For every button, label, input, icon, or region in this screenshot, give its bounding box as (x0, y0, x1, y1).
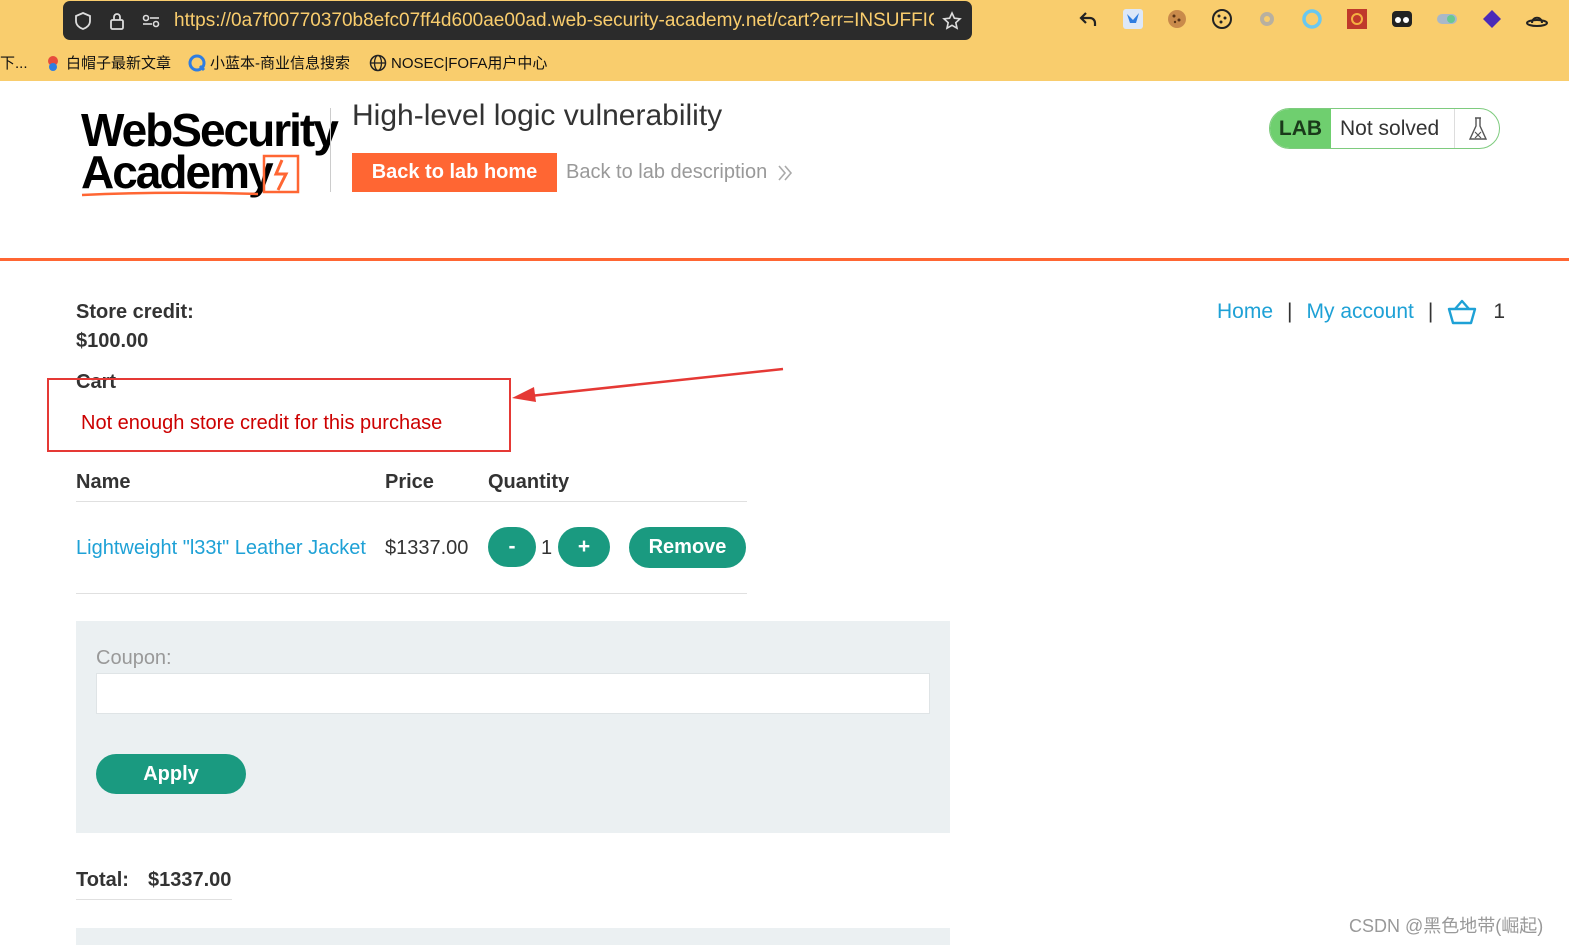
bookmark-favicon-icon (44, 54, 62, 72)
coupon-panel: Coupon: Apply (76, 621, 950, 833)
logo-line-2: Academy (81, 146, 274, 198)
site-permissions-icon[interactable] (141, 11, 161, 31)
extension-bird-icon[interactable] (1122, 8, 1144, 30)
extension-sun-icon[interactable] (1346, 8, 1368, 30)
total-label: Total: (76, 869, 129, 891)
cookie-icon[interactable] (1166, 8, 1188, 30)
lock-icon[interactable] (107, 11, 127, 31)
checkout-panel (76, 928, 950, 945)
bookmark-label: NOSEC|FOFA用户中心 (391, 55, 548, 72)
academy-logo[interactable]: WebSecurity Academy (80, 104, 339, 200)
shield-icon[interactable] (73, 11, 93, 31)
flask-icon (1454, 109, 1499, 148)
store-credit-label: Store credit: (76, 301, 194, 323)
lab-status-widget: LAB Not solved (1269, 108, 1500, 149)
table-header-rule (76, 501, 747, 502)
header-divider (330, 108, 331, 192)
nav-separator: | (1287, 300, 1293, 323)
lab-title: High-level logic vulnerability (352, 99, 723, 132)
browser-toolbar: https://0a7f00770370b8efc07ff4d600ae00ad… (0, 0, 1569, 81)
bookmark-label: 白帽子最新文章 (66, 55, 172, 72)
nav-home-link[interactable]: Home (1217, 300, 1273, 324)
column-header-name: Name (76, 471, 131, 493)
address-bar[interactable]: https://0a7f00770370b8efc07ff4d600ae00ad… (63, 1, 972, 40)
quantity-value: 1 (541, 537, 553, 559)
undo-icon[interactable] (1077, 8, 1099, 30)
lab-status-text: Not solved (1340, 117, 1440, 140)
url-text[interactable]: https://0a7f00770370b8efc07ff4d600ae00ad… (174, 10, 934, 32)
back-to-lab-description-link[interactable]: Back to lab description (566, 161, 793, 184)
bookmark-label: 小蓝本-商业信息搜索 (210, 55, 350, 72)
globe-icon (369, 54, 387, 72)
top-nav: Home | My account | 1 (1217, 299, 1505, 325)
extension-hat-icon[interactable] (1526, 8, 1548, 30)
cart-count: 1 (1493, 300, 1506, 323)
annotation-arrow-icon (512, 367, 784, 402)
bookmark-favicon-icon (188, 54, 206, 72)
nav-separator: | (1427, 300, 1434, 323)
coupon-label: Coupon: (96, 647, 172, 669)
back-to-lab-description-label: Back to lab description (566, 161, 768, 183)
cart-basket-icon (1448, 299, 1477, 325)
increase-quantity-button[interactable]: + (558, 527, 610, 567)
nav-my-account-link[interactable]: My account (1307, 300, 1414, 324)
total-value: $1337.00 (148, 869, 232, 891)
bookmark-label: 下... (0, 55, 28, 72)
column-header-quantity: Quantity (488, 471, 570, 493)
product-link[interactable]: Lightweight "l33t" Leather Jacket (76, 537, 366, 560)
column-header-price: Price (385, 471, 434, 493)
total-rule (76, 899, 232, 900)
bookmark-item[interactable]: 小蓝本-商业信息搜索 (188, 52, 350, 73)
header-rule (0, 258, 1569, 261)
store-credit-value: $100.00 (76, 330, 149, 352)
back-to-lab-home-button[interactable]: Back to lab home (352, 153, 557, 192)
cart-link[interactable]: 1 (1447, 299, 1505, 325)
watermark: CSDN @黑色地带(崛起) (1349, 916, 1544, 936)
logo-underline-icon (81, 191, 259, 197)
extension-toggle-icon[interactable] (1436, 8, 1458, 30)
bookmarks-bar: 下... 白帽子最新文章 小蓝本-商业信息搜索 NOSEC|FOFA用户中心 (0, 44, 1569, 80)
coupon-input[interactable] (96, 673, 930, 714)
apply-coupon-button[interactable]: Apply (96, 754, 246, 794)
double-chevron-right-icon (778, 164, 793, 181)
lab-badge: LAB (1270, 109, 1331, 148)
decrease-quantity-button[interactable]: - (488, 527, 536, 567)
logo-bolt-icon (262, 154, 300, 194)
bookmark-item[interactable]: 白帽子最新文章 (44, 52, 171, 73)
extension-ring-icon[interactable] (1301, 8, 1323, 30)
bookmark-item[interactable]: NOSEC|FOFA用户中心 (369, 52, 547, 73)
extension-gear-icon[interactable] (1256, 8, 1278, 30)
annotation-box (47, 378, 511, 452)
bookmark-item[interactable]: 下... (0, 52, 28, 73)
remove-button[interactable]: Remove (629, 527, 746, 568)
cookie-editor-icon[interactable] (1211, 8, 1233, 30)
extension-glasses-icon[interactable] (1391, 8, 1413, 30)
product-price: $1337.00 (385, 537, 469, 559)
bookmark-star-icon[interactable] (942, 11, 962, 31)
extension-diamond-icon[interactable] (1481, 8, 1503, 30)
table-row-rule (76, 593, 747, 594)
